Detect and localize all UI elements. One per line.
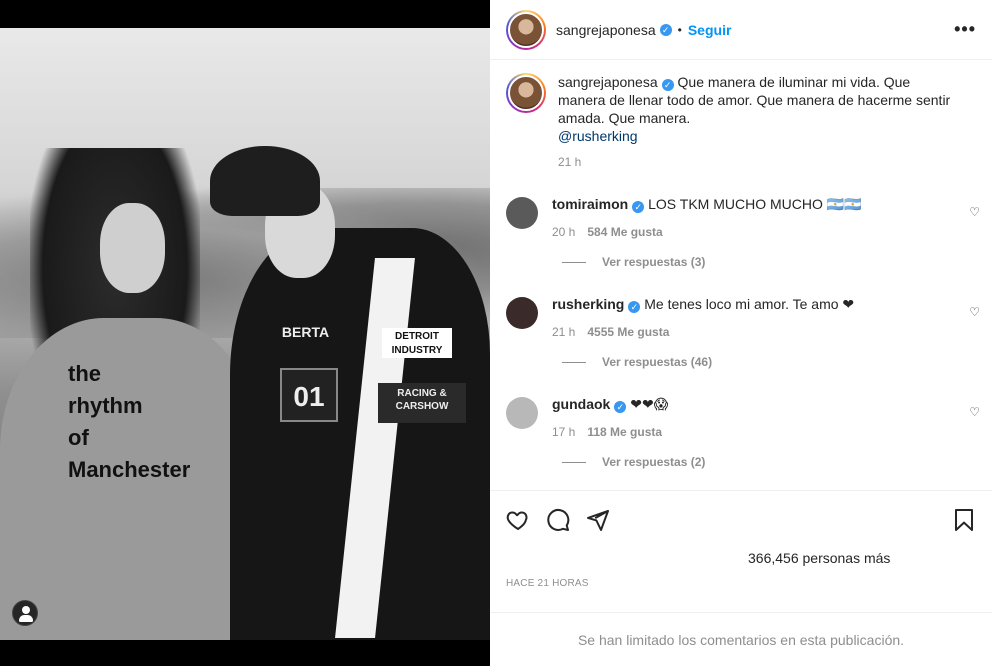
- comment-time: 17 h: [552, 425, 576, 439]
- shirt-line-4: Manchester: [68, 457, 191, 482]
- separator-dot: •: [677, 22, 682, 37]
- likes-summary[interactable]: 366,456 personas más: [748, 550, 890, 566]
- comment-like-heart-icon[interactable]: ♡: [969, 205, 980, 219]
- comment-time: 20 h: [552, 225, 576, 239]
- comment-item: rusherking ✓ Me tenes loco mi amor. Te am…: [490, 295, 992, 341]
- post-action-bar: [490, 490, 992, 548]
- comment-time: 21 h: [552, 325, 576, 339]
- verified-badge-icon: ✓: [628, 301, 641, 313]
- view-replies-button[interactable]: Ver respuestas (3): [490, 255, 992, 269]
- comment-text: Me tenes loco mi amor. Te amo ❤: [644, 296, 855, 312]
- shirt-line-2: rhythm: [68, 393, 143, 418]
- view-replies-label: Ver respuestas (2): [602, 455, 706, 469]
- post-detail-panel: sangrejaponesa ✓ • Seguir ••• sangrejapo…: [490, 0, 992, 666]
- comments-scroll-area[interactable]: sangrejaponesa ✓ Que manera de iluminar m…: [490, 61, 992, 489]
- shirt-line-1: the: [68, 361, 101, 386]
- share-send-icon[interactable]: [586, 508, 610, 532]
- verified-badge-icon: ✓: [661, 79, 674, 91]
- patch-detroit: DETROIT INDUSTRY: [382, 328, 452, 358]
- author-username[interactable]: sangrejaponesa: [556, 22, 656, 38]
- patch-number: 01: [280, 368, 338, 422]
- commenter-avatar[interactable]: [506, 297, 538, 329]
- photo-shirt-text: the rhythm of Manchester: [68, 358, 228, 486]
- post-caption: sangrejaponesa ✓ Que manera de iluminar m…: [490, 61, 992, 171]
- more-options-icon[interactable]: •••: [954, 19, 976, 40]
- commenter-avatar[interactable]: [506, 197, 538, 229]
- photo-man-cap: [210, 146, 320, 216]
- comment-like-heart-icon[interactable]: ♡: [969, 405, 980, 419]
- comment-text: LOS TKM MUCHO MUCHO 🇦🇷🇦🇷: [648, 196, 862, 212]
- caption-time: 21 h: [558, 155, 582, 169]
- patch-berta: BERTA: [281, 324, 330, 340]
- verified-badge-icon: ✓: [632, 201, 645, 213]
- view-replies-label: Ver respuestas (46): [602, 355, 713, 369]
- caption-username[interactable]: sangrejaponesa: [558, 74, 658, 90]
- comment-text: ❤❤😱: [630, 396, 669, 412]
- save-bookmark-icon[interactable]: [952, 508, 976, 532]
- photo-woman-face: [100, 203, 165, 293]
- follow-button[interactable]: Seguir: [688, 22, 732, 38]
- patch-racing: RACING & CARSHOW: [378, 383, 466, 423]
- commenter-username[interactable]: tomiraimon: [552, 196, 628, 212]
- view-replies-button[interactable]: Ver respuestas (2): [490, 455, 992, 469]
- commenter-username[interactable]: gundaok: [552, 396, 610, 412]
- shirt-line-3: of: [68, 425, 89, 450]
- post-photo: the rhythm of Manchester BERTA DETROIT I…: [0, 28, 490, 640]
- comments-limited-notice: Se han limitado los comentarios en esta …: [490, 612, 992, 666]
- replies-line: [562, 261, 586, 263]
- comment-like-heart-icon[interactable]: ♡: [969, 305, 980, 319]
- caption-author-avatar[interactable]: [506, 73, 546, 113]
- commenter-username[interactable]: rusherking: [552, 296, 624, 312]
- view-replies-button[interactable]: Ver respuestas (46): [490, 355, 992, 369]
- author-avatar[interactable]: [506, 9, 546, 50]
- replies-line: [562, 461, 586, 463]
- post-timestamp: HACE 21 HORAS: [506, 578, 589, 589]
- like-heart-icon[interactable]: [506, 508, 530, 532]
- comment-likes[interactable]: 118 Me gusta: [587, 425, 662, 439]
- comment-item: tomiraimon ✓ LOS TKM MUCHO MUCHO 🇦🇷🇦🇷 20 …: [490, 195, 992, 241]
- comment-bubble-icon[interactable]: [546, 508, 570, 532]
- post-media: the rhythm of Manchester BERTA DETROIT I…: [0, 0, 490, 666]
- replies-line: [562, 361, 586, 363]
- comment-likes[interactable]: 4555 Me gusta: [587, 325, 669, 339]
- post-header: sangrejaponesa ✓ • Seguir •••: [490, 0, 992, 60]
- caption-mention-link[interactable]: @rusherking: [558, 127, 958, 145]
- verified-badge-icon: ✓: [614, 401, 627, 413]
- comment-likes[interactable]: 584 Me gusta: [587, 225, 662, 239]
- verified-badge-icon: ✓: [659, 23, 672, 36]
- comment-item: gundaok ✓ ❤❤😱 17 h 118 Me gusta ♡: [490, 395, 992, 441]
- commenter-avatar[interactable]: [506, 397, 538, 429]
- tagged-users-icon[interactable]: [12, 600, 38, 626]
- view-replies-label: Ver respuestas (3): [602, 255, 706, 269]
